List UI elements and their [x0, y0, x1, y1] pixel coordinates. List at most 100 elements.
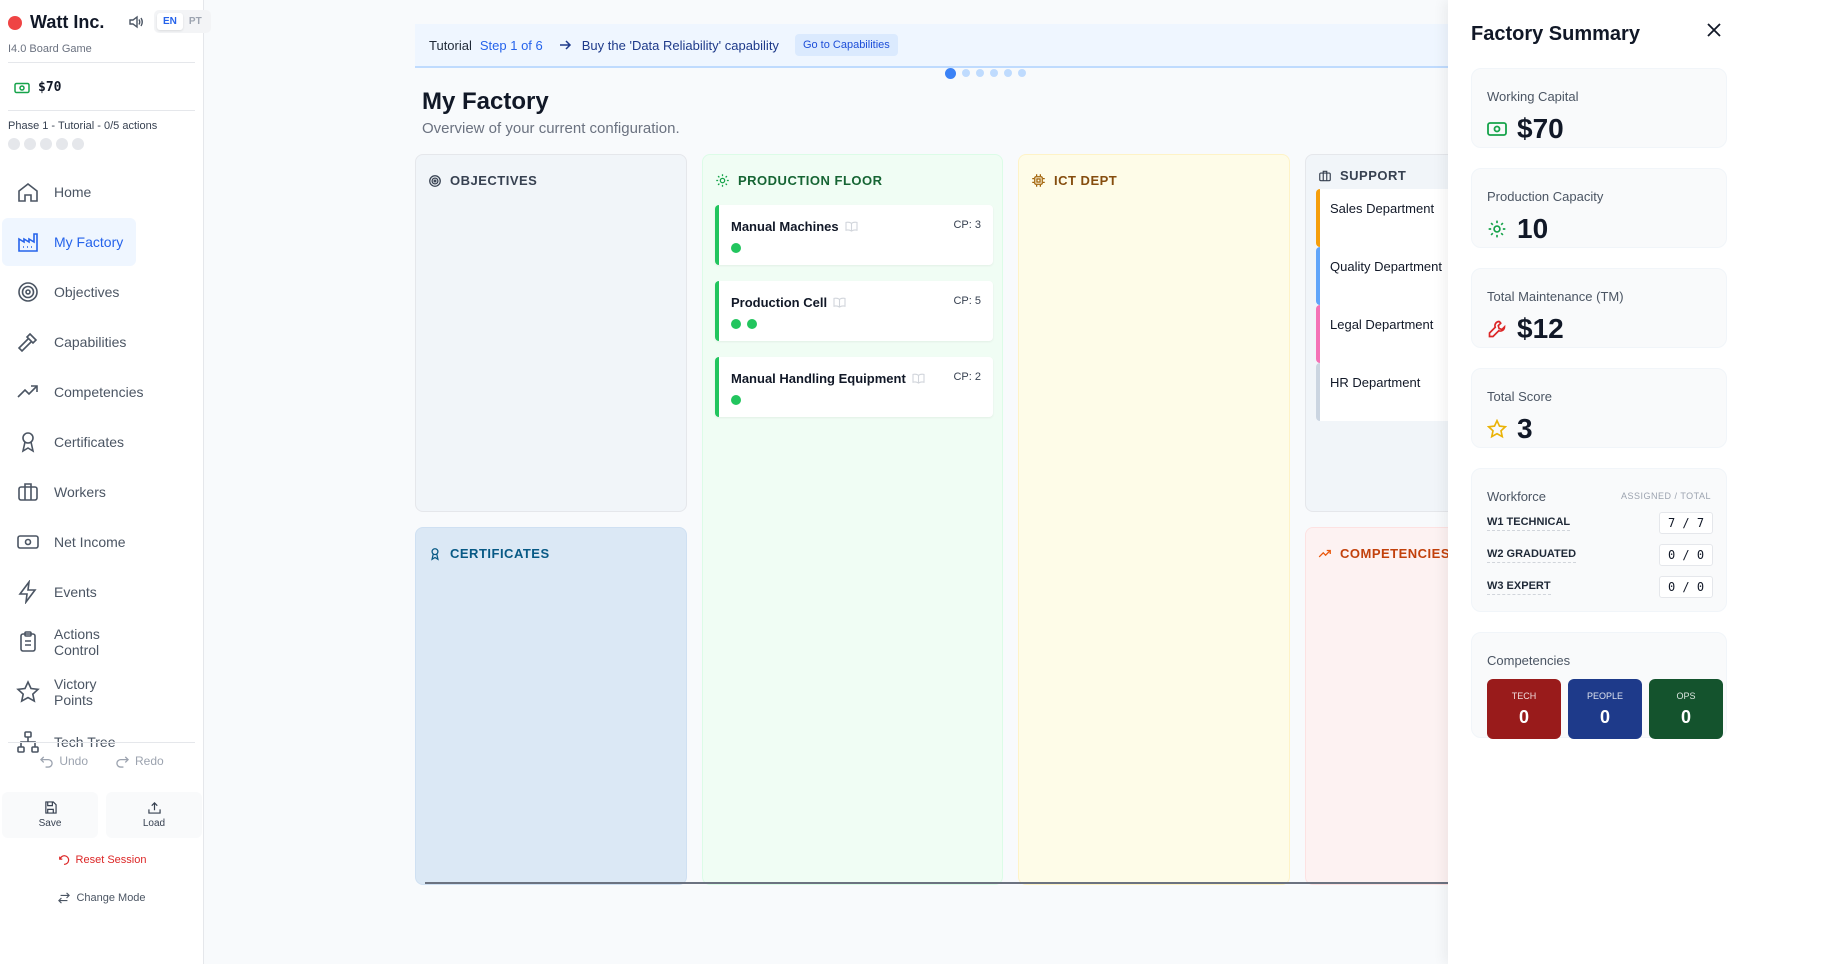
working-capital-value: $70 — [1517, 113, 1564, 144]
award-icon — [21, 432, 35, 453]
banknote-icon — [1487, 122, 1507, 136]
sidebar-item-label: Net Income — [54, 534, 126, 550]
lang-en-button[interactable]: EN — [157, 13, 183, 30]
load-label: Load — [142, 818, 166, 829]
worker-dot — [731, 395, 741, 405]
go-to-capabilities-button[interactable]: Go to Capabilities — [794, 34, 898, 56]
save-icon — [44, 801, 57, 814]
competency-value: 0 — [1680, 706, 1691, 727]
horizontal-scrollbar[interactable] — [425, 882, 1455, 884]
trending-up-icon — [1318, 549, 1331, 557]
hammer-icon — [17, 332, 38, 353]
worker-count: 0 / 0 — [1659, 576, 1713, 598]
undo-button[interactable]: Undo — [40, 754, 88, 768]
machine-card[interactable]: Manual Handling Equipment CP: 2 — [715, 357, 993, 417]
redo-button[interactable]: Redo — [116, 754, 164, 768]
star-icon — [1487, 419, 1507, 439]
sidebar: Watt Inc. EN PT I4.0 Board Game $70 Phas… — [0, 0, 211, 964]
sidebar-item-home[interactable]: Home — [2, 168, 136, 216]
tutorial-progress-dots — [945, 68, 1026, 79]
objectives-title: OBJECTIVES — [428, 173, 537, 188]
reset-session-button[interactable]: Reset Session — [0, 854, 204, 866]
sidebar-item-competencies[interactable]: Competencies — [2, 368, 144, 416]
production-floor-label: PRODUCTION FLOOR — [738, 173, 883, 188]
worker-dot — [731, 243, 741, 253]
competency-ops: OPS 0 — [1649, 679, 1723, 739]
book-icon[interactable] — [833, 297, 846, 308]
sidebar-item-label: Capabilities — [54, 334, 127, 350]
working-capital-value-row: $70 — [1487, 113, 1564, 145]
lightning-icon — [18, 580, 37, 604]
sidebar-item-events[interactable]: Events — [2, 568, 136, 616]
sidebar-nav: Home My Factory Objectives Capabilities … — [0, 166, 204, 768]
page-title: My Factory — [422, 88, 549, 115]
book-icon[interactable] — [912, 373, 925, 384]
sidebar-item-actions-control[interactable]: Actions Control — [2, 618, 136, 666]
phase-progress — [8, 138, 84, 150]
undo-label: Undo — [59, 754, 88, 768]
tutorial-dot — [1004, 69, 1012, 77]
speaker-icon[interactable] — [128, 15, 144, 29]
sidebar-item-net-income[interactable]: Net Income — [2, 518, 136, 566]
divider — [8, 742, 195, 743]
save-button[interactable]: Save — [2, 792, 98, 838]
cpu-icon — [1032, 174, 1045, 187]
page-subtitle: Overview of your current configuration. — [422, 120, 680, 137]
sidebar-item-workers[interactable]: Workers — [2, 468, 136, 516]
total-maintenance-value: $12 — [1517, 313, 1564, 344]
competency-value: 0 — [1599, 706, 1610, 727]
ict-dept-title: ICT DEPT — [1031, 173, 1117, 188]
redo-label: Redo — [135, 754, 164, 768]
machine-card[interactable]: Production Cell CP: 5 — [715, 281, 993, 341]
sidebar-item-label: Workers — [54, 484, 106, 500]
production-capacity-label: Production Capacity — [1487, 189, 1604, 204]
sidebar-item-label: Actions Control — [54, 626, 100, 658]
machine-worker-dots — [731, 395, 741, 405]
phase-dot — [56, 138, 68, 150]
machine-card[interactable]: Manual Machines CP: 3 — [715, 205, 993, 265]
book-icon[interactable] — [845, 221, 858, 232]
brand-logo-dot — [8, 15, 22, 30]
total-score-card: Total Score 3 — [1471, 368, 1727, 448]
support-label: SUPPORT — [1340, 168, 1407, 183]
objectives-panel: OBJECTIVES — [415, 154, 687, 512]
change-mode-button[interactable]: Change Mode — [0, 892, 204, 904]
workforce-row: W1 TECHNICAL 7 / 7 — [1487, 509, 1713, 537]
banknote-icon — [14, 82, 30, 93]
sidebar-item-victory-points[interactable]: Victory Points — [2, 668, 136, 716]
worker-type: W1 TECHNICAL — [1487, 516, 1571, 531]
machine-cp: CP: 3 — [953, 219, 981, 231]
sidebar-item-capabilities[interactable]: Capabilities — [2, 318, 136, 366]
game-subtitle: I4.0 Board Game — [8, 43, 92, 55]
reset-session-label: Reset Session — [75, 854, 147, 866]
divider — [8, 110, 195, 111]
home-icon — [18, 182, 38, 202]
cog-icon — [1488, 220, 1506, 238]
target-icon — [18, 282, 38, 302]
machine-worker-dots — [731, 243, 741, 253]
sidebar-item-my-factory[interactable]: My Factory — [2, 218, 136, 266]
tutorial-dot — [1018, 69, 1026, 77]
brand: Watt Inc. — [8, 12, 104, 33]
ict-dept-panel: ICT DEPT — [1018, 154, 1290, 885]
ict-dept-label: ICT DEPT — [1054, 173, 1118, 188]
tutorial-dot — [962, 69, 970, 77]
lang-pt-button[interactable]: PT — [183, 13, 208, 30]
phase-dot — [24, 138, 36, 150]
change-mode-label: Change Mode — [76, 892, 146, 904]
trending-up-icon — [17, 385, 38, 398]
money-value: $70 — [38, 80, 62, 95]
sidebar-item-objectives[interactable]: Objectives — [2, 268, 136, 316]
arrow-right-icon — [559, 40, 571, 50]
phase-dot — [8, 138, 20, 150]
sidebar-item-certificates[interactable]: Certificates — [2, 418, 136, 466]
machine-name-row: Production Cell — [731, 295, 846, 310]
workforce-label: Workforce — [1487, 489, 1546, 504]
total-maintenance-label: Total Maintenance (TM) — [1487, 289, 1624, 304]
swap-icon — [58, 892, 71, 904]
workforce-row: W2 GRADUATED 0 / 0 — [1487, 541, 1713, 569]
close-icon[interactable] — [1704, 20, 1724, 40]
tutorial-dot — [945, 68, 956, 79]
total-score-label: Total Score — [1487, 389, 1553, 404]
load-button[interactable]: Load — [106, 792, 202, 838]
